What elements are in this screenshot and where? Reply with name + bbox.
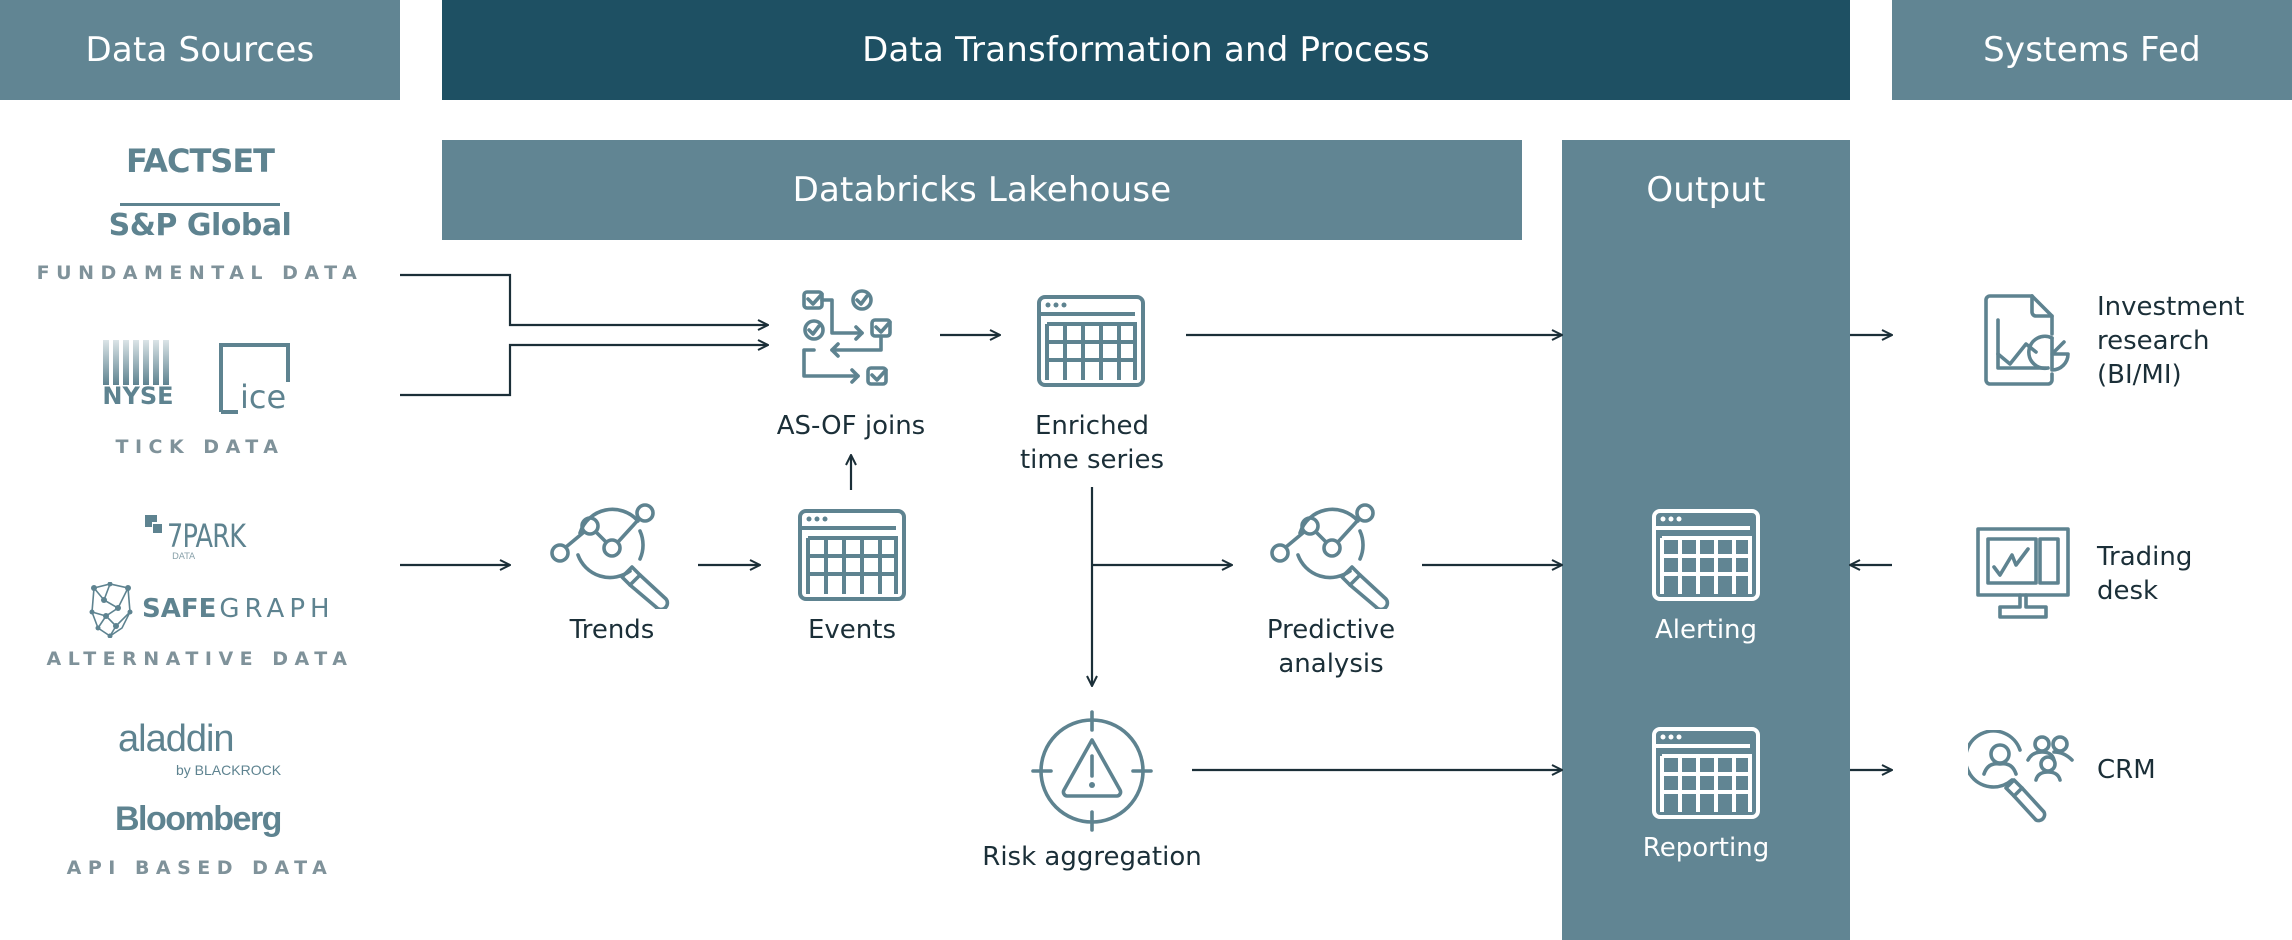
logo-blackrock: by BLACKROCK <box>176 762 281 778</box>
system-investment-line2: research <box>2097 326 2210 356</box>
logo-bloomberg-text: Bloomberg <box>115 800 282 838</box>
connector-tick-to-asof <box>400 345 768 397</box>
connector-fundamental-to-asof <box>400 273 768 325</box>
system-investment-research-label: Investment research (BI/MI) <box>2097 290 2244 392</box>
analytics-magnifier-icon <box>1270 503 1394 609</box>
logo-divider <box>120 203 280 206</box>
table-grid-icon <box>1651 508 1761 602</box>
logo-sp-global: S&P Global <box>0 208 400 243</box>
report-chart-icon <box>1982 294 2074 386</box>
logo-safegraph-wordmark: SAFE GRAPH <box>142 594 335 624</box>
output-reporting-label: Reporting <box>1642 833 1770 863</box>
logo-aladdin: aladdin <box>118 718 235 761</box>
logo-bloomberg: Bloomberg <box>115 800 282 839</box>
system-crm-label: CRM <box>2097 753 2156 787</box>
table-grid-icon <box>1036 294 1146 388</box>
node-trends-label: Trends <box>569 615 655 645</box>
node-risk-label: Risk aggregation <box>982 842 1202 872</box>
node-events-label: Events <box>807 615 897 645</box>
logo-nyse: NYSE <box>100 340 180 412</box>
analytics-magnifier-icon <box>550 503 674 609</box>
monitor-chart-icon <box>1976 527 2070 619</box>
label-fundamental-data: FUNDAMENTAL DATA <box>36 262 364 284</box>
logo-factset-text: FACTSET <box>126 142 275 180</box>
workflow-checklist-icon <box>800 288 904 394</box>
node-enriched-label-line2: time series <box>1019 445 1164 475</box>
7park-squares-icon <box>145 515 164 534</box>
label-tick-data: TICK DATA <box>115 436 285 458</box>
table-grid-icon <box>1651 726 1761 820</box>
node-asof-label: AS-OF joins <box>776 411 926 441</box>
system-trading-line2: desk <box>2097 576 2159 606</box>
label-alternative-data: ALTERNATIVE DATA <box>46 648 354 670</box>
node-predictive-label-line1: Predictive <box>1266 615 1396 645</box>
system-investment-line1: Investment <box>2097 292 2245 322</box>
safegraph-network-icon <box>89 582 133 638</box>
logo-7park: 7PARK DATA <box>145 515 265 565</box>
logo-7park-text: 7PARK <box>167 517 246 555</box>
logo-factset: FACTSET <box>0 142 400 180</box>
logo-aladdin-text: aladdin <box>118 718 235 760</box>
logo-nyse-text: NYSE <box>102 382 174 410</box>
table-grid-icon <box>797 508 907 602</box>
node-enriched-label-line1: Enriched <box>1034 411 1150 441</box>
label-api-based-data: API BASED DATA <box>66 857 334 879</box>
logo-sp-global-text: S&P Global <box>108 208 292 243</box>
warning-target-icon <box>1031 710 1153 832</box>
node-predictive-label-line2: analysis <box>1278 649 1384 679</box>
logo-safegraph-safe: SAFE <box>142 594 217 624</box>
logo-ice-text: ice <box>240 378 287 416</box>
node-enriched-label: Enriched time series <box>992 409 1192 477</box>
logo-blackrock-text: by BLACKROCK <box>176 762 282 778</box>
logo-safegraph-graph: GRAPH <box>219 594 335 624</box>
output-alerting-label: Alerting <box>1654 615 1758 645</box>
system-crm-line1: CRM <box>2097 755 2156 785</box>
logo-ice: ice <box>218 342 292 416</box>
system-trading-line1: Trading <box>2097 542 2193 572</box>
node-predictive-label: Predictive analysis <box>1231 613 1431 681</box>
system-trading-desk-label: Trading desk <box>2097 540 2192 608</box>
logo-7park-sub: DATA <box>172 552 196 562</box>
logo-safegraph: SAFE GRAPH <box>88 582 330 638</box>
people-search-icon <box>1968 730 2074 824</box>
system-investment-line3: (BI/MI) <box>2097 360 2182 390</box>
